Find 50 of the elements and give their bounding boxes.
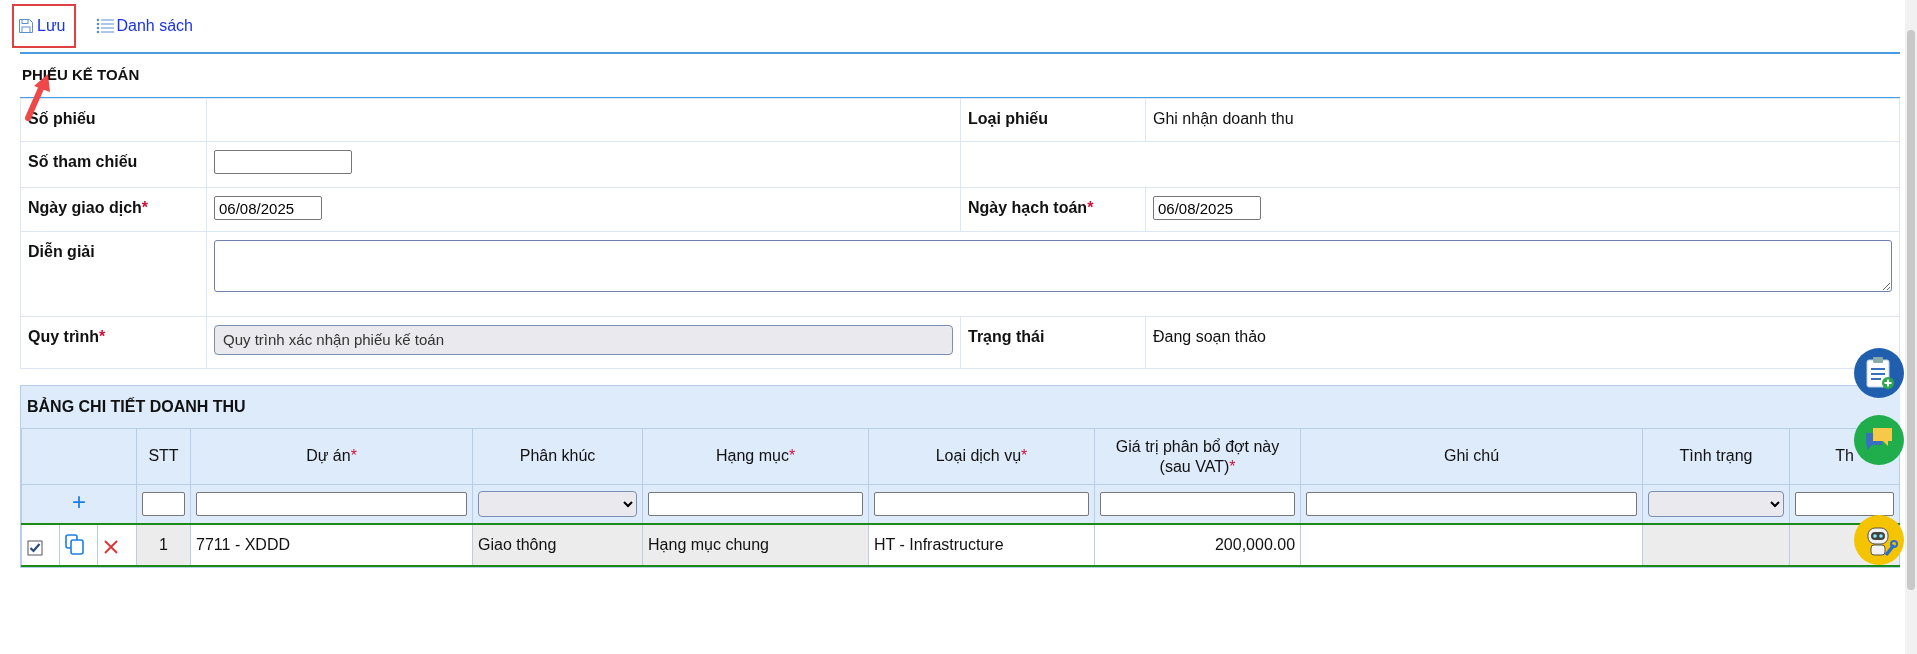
column-header: Loại dịch vụ* [868,428,1095,485]
copy-icon[interactable] [65,534,85,557]
column-header: STT [136,428,191,485]
form-title: PHIẾU KẾ TOÁN [20,54,1900,98]
field-label: Ngày giao dịch* [28,199,149,216]
process-select[interactable]: Quy trình xác nhận phiếu kế toán [214,325,953,355]
table-cell: 200,000.00 [1094,523,1301,566]
filter-field[interactable] [1795,491,1894,516]
filter-select[interactable] [478,490,638,517]
field-value: Ghi nhận doanh thu [1153,110,1294,127]
field-label: Loại phiếu [968,110,1048,127]
column-header: Tình trạng [1642,428,1790,485]
table-title: BẢNG CHI TIẾT DOANH THU [21,386,1900,428]
field-value: Đang soạn thảo [1153,328,1266,345]
column-header: Dự án* [190,428,473,485]
delete-icon[interactable] [103,538,119,555]
field-label: Diễn giải [28,243,95,260]
column-header: Giá trị phân bổ đợt này (sau VAT)* [1094,428,1301,485]
table-cell: 7711 - XDDD [190,523,473,566]
clipboard-icon [1864,356,1894,390]
save-icon [18,18,34,34]
add-button[interactable]: + [66,490,92,515]
filter-select[interactable] [1648,490,1785,517]
save-button[interactable]: Lưu [12,4,76,48]
filter-field[interactable] [142,491,186,516]
table-cell: HT - Infrastructure [868,523,1095,566]
field-label: Ngày hạch toán* [968,199,1094,216]
table-cell: Giao thông [472,523,643,566]
column-header: Phân khúc [472,428,643,485]
input-field[interactable] [214,150,352,174]
field-label: Số tham chiếu [28,153,138,170]
filter-field[interactable] [196,491,468,516]
table-cell: Hạng mục chung [642,523,869,566]
filter-field[interactable] [1306,491,1638,516]
table-cell: 1 [136,523,191,566]
clipboard-button[interactable] [1854,348,1904,398]
scrollbar-thumb[interactable] [1907,30,1915,590]
filter-field[interactable] [648,491,864,516]
list-icon [95,18,114,34]
checkbox[interactable] [27,540,43,557]
field-label: Trạng thái [968,328,1045,345]
field-label: Quy trình* [28,328,106,345]
column-header: Ghi chú [1300,428,1643,485]
column-header: Hạng mục* [642,428,869,485]
filter-field[interactable] [1100,491,1296,516]
description-field[interactable] [214,240,1892,292]
list-button[interactable]: Danh sách [89,4,203,48]
filter-field[interactable] [874,491,1090,516]
input-field[interactable]: 06/08/2025 [1153,196,1261,220]
input-field[interactable]: 06/08/2025 [214,196,322,220]
